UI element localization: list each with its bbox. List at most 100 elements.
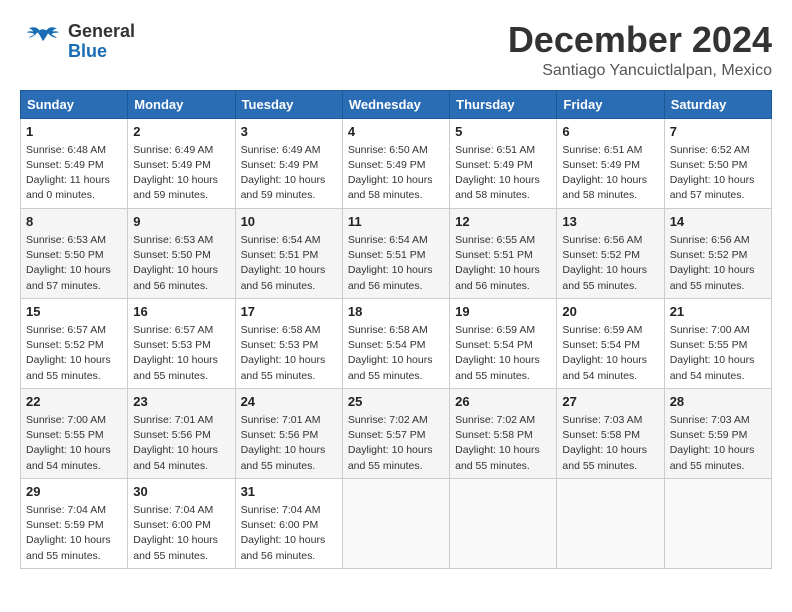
day-cell-9: 9 Sunrise: 6:53 AMSunset: 5:50 PMDaylight… — [128, 208, 235, 298]
day-cell-3: 3Sunrise: 6:49 AMSunset: 5:49 PMDaylight… — [235, 118, 342, 208]
day-cell-20: 20 Sunrise: 6:59 AMSunset: 5:54 PMDayligh… — [557, 298, 664, 388]
day-info-17: Sunrise: 6:58 AMSunset: 5:53 PMDaylight:… — [241, 323, 337, 384]
day-number-18: 18 — [348, 303, 444, 321]
calendar-row-5: 29Sunrise: 7:04 AMSunset: 5:59 PMDayligh… — [21, 478, 772, 568]
col-friday: Friday — [557, 90, 664, 118]
day-info-20: Sunrise: 6:59 AMSunset: 5:54 PMDaylight:… — [562, 323, 658, 384]
logo-blue: Blue — [68, 42, 135, 62]
day-number-2: 2 — [133, 123, 229, 141]
day-number-13: 13 — [562, 213, 658, 231]
title-block: December 2024 Santiago Yancuictlalpan, M… — [508, 20, 772, 80]
day-number-26: 26 — [455, 393, 551, 411]
day-number-20: 20 — [562, 303, 658, 321]
empty-cell — [342, 478, 449, 568]
col-tuesday: Tuesday — [235, 90, 342, 118]
day-cell-7: 7 Sunrise: 6:52 AMSunset: 5:50 PMDaylight… — [664, 118, 771, 208]
day-cell-14: 14 Sunrise: 6:56 AMSunset: 5:52 PMDayligh… — [664, 208, 771, 298]
logo-text: General Blue — [68, 22, 135, 62]
col-saturday: Saturday — [664, 90, 771, 118]
day-number-12: 12 — [455, 213, 551, 231]
calendar-row-4: 22Sunrise: 7:00 AMSunset: 5:55 PMDayligh… — [21, 388, 772, 478]
empty-cell — [450, 478, 557, 568]
location-title: Santiago Yancuictlalpan, Mexico — [508, 62, 772, 80]
day-number-3: 3 — [241, 123, 337, 141]
day-cell-22: 22Sunrise: 7:00 AMSunset: 5:55 PMDayligh… — [21, 388, 128, 478]
day-cell-29: 29Sunrise: 7:04 AMSunset: 5:59 PMDayligh… — [21, 478, 128, 568]
day-number-25: 25 — [348, 393, 444, 411]
day-cell-24: 24Sunrise: 7:01 AMSunset: 5:56 PMDayligh… — [235, 388, 342, 478]
day-cell-31: 31 Sunrise: 7:04 AMSunset: 6:00 PMDayligh… — [235, 478, 342, 568]
day-cell-28: 28 Sunrise: 7:03 AMSunset: 5:59 PMDayligh… — [664, 388, 771, 478]
day-cell-10: 10Sunrise: 6:54 AMSunset: 5:51 PMDayligh… — [235, 208, 342, 298]
day-info-16: Sunrise: 6:57 AMSunset: 5:53 PMDaylight:… — [133, 323, 229, 384]
day-number-1: 1 — [26, 123, 122, 141]
day-number-9: 9 — [133, 213, 229, 231]
day-info-12: Sunrise: 6:55 AMSunset: 5:51 PMDaylight:… — [455, 233, 551, 294]
logo-icon — [20, 20, 64, 64]
day-number-6: 6 — [562, 123, 658, 141]
day-cell-15: 15Sunrise: 6:57 AMSunset: 5:52 PMDayligh… — [21, 298, 128, 388]
day-info-13: Sunrise: 6:56 AMSunset: 5:52 PMDaylight:… — [562, 233, 658, 294]
col-thursday: Thursday — [450, 90, 557, 118]
day-info-22: Sunrise: 7:00 AMSunset: 5:55 PMDaylight:… — [26, 413, 122, 474]
calendar-row-1: 1 Sunrise: 6:48 AMSunset: 5:49 PMDaylight… — [21, 118, 772, 208]
day-cell-16: 16 Sunrise: 6:57 AMSunset: 5:53 PMDayligh… — [128, 298, 235, 388]
day-info-26: Sunrise: 7:02 AMSunset: 5:58 PMDaylight:… — [455, 413, 551, 474]
day-number-8: 8 — [26, 213, 122, 231]
day-info-25: Sunrise: 7:02 AMSunset: 5:57 PMDaylight:… — [348, 413, 444, 474]
day-info-19: Sunrise: 6:59 AMSunset: 5:54 PMDaylight:… — [455, 323, 551, 384]
day-info-28: Sunrise: 7:03 AMSunset: 5:59 PMDaylight:… — [670, 413, 766, 474]
day-cell-23: 23 Sunrise: 7:01 AMSunset: 5:56 PMDayligh… — [128, 388, 235, 478]
day-cell-21: 21Sunrise: 7:00 AMSunset: 5:55 PMDayligh… — [664, 298, 771, 388]
day-cell-26: 26 Sunrise: 7:02 AMSunset: 5:58 PMDayligh… — [450, 388, 557, 478]
day-number-28: 28 — [670, 393, 766, 411]
day-cell-6: 6 Sunrise: 6:51 AMSunset: 5:49 PMDaylight… — [557, 118, 664, 208]
day-number-16: 16 — [133, 303, 229, 321]
calendar-table: Sunday Monday Tuesday Wednesday Thursday… — [20, 90, 772, 569]
day-number-5: 5 — [455, 123, 551, 141]
day-number-11: 11 — [348, 213, 444, 231]
logo: General Blue — [20, 20, 135, 64]
day-info-5: Sunrise: 6:51 AMSunset: 5:49 PMDaylight:… — [455, 143, 551, 204]
day-info-9: Sunrise: 6:53 AMSunset: 5:50 PMDaylight:… — [133, 233, 229, 294]
day-cell-1: 1 Sunrise: 6:48 AMSunset: 5:49 PMDaylight… — [21, 118, 128, 208]
day-info-8: Sunrise: 6:53 AMSunset: 5:50 PMDaylight:… — [26, 233, 122, 294]
day-cell-13: 13 Sunrise: 6:56 AMSunset: 5:52 PMDayligh… — [557, 208, 664, 298]
day-number-24: 24 — [241, 393, 337, 411]
day-cell-5: 5 Sunrise: 6:51 AMSunset: 5:49 PMDaylight… — [450, 118, 557, 208]
day-cell-8: 8 Sunrise: 6:53 AMSunset: 5:50 PMDaylight… — [21, 208, 128, 298]
day-info-7: Sunrise: 6:52 AMSunset: 5:50 PMDaylight:… — [670, 143, 766, 204]
day-info-31: Sunrise: 7:04 AMSunset: 6:00 PMDaylight:… — [241, 503, 337, 564]
day-number-30: 30 — [133, 483, 229, 501]
day-number-23: 23 — [133, 393, 229, 411]
day-info-14: Sunrise: 6:56 AMSunset: 5:52 PMDaylight:… — [670, 233, 766, 294]
day-cell-11: 11Sunrise: 6:54 AMSunset: 5:51 PMDayligh… — [342, 208, 449, 298]
day-info-4: Sunrise: 6:50 AMSunset: 5:49 PMDaylight:… — [348, 143, 444, 204]
day-number-27: 27 — [562, 393, 658, 411]
day-number-19: 19 — [455, 303, 551, 321]
col-monday: Monday — [128, 90, 235, 118]
day-cell-17: 17Sunrise: 6:58 AMSunset: 5:53 PMDayligh… — [235, 298, 342, 388]
day-info-15: Sunrise: 6:57 AMSunset: 5:52 PMDaylight:… — [26, 323, 122, 384]
empty-cell — [664, 478, 771, 568]
day-info-23: Sunrise: 7:01 AMSunset: 5:56 PMDaylight:… — [133, 413, 229, 474]
day-number-7: 7 — [670, 123, 766, 141]
day-info-2: Sunrise: 6:49 AMSunset: 5:49 PMDaylight:… — [133, 143, 229, 204]
day-info-27: Sunrise: 7:03 AMSunset: 5:58 PMDaylight:… — [562, 413, 658, 474]
day-info-6: Sunrise: 6:51 AMSunset: 5:49 PMDaylight:… — [562, 143, 658, 204]
day-number-4: 4 — [348, 123, 444, 141]
day-cell-30: 30 Sunrise: 7:04 AMSunset: 6:00 PMDayligh… — [128, 478, 235, 568]
day-number-31: 31 — [241, 483, 337, 501]
day-number-21: 21 — [670, 303, 766, 321]
logo-general: General — [68, 22, 135, 42]
day-info-1: Sunrise: 6:48 AMSunset: 5:49 PMDaylight:… — [26, 143, 122, 204]
col-sunday: Sunday — [21, 90, 128, 118]
day-info-30: Sunrise: 7:04 AMSunset: 6:00 PMDaylight:… — [133, 503, 229, 564]
empty-cell — [557, 478, 664, 568]
day-number-14: 14 — [670, 213, 766, 231]
month-title: December 2024 — [508, 20, 772, 60]
day-cell-25: 25 Sunrise: 7:02 AMSunset: 5:57 PMDayligh… — [342, 388, 449, 478]
day-cell-19: 19 Sunrise: 6:59 AMSunset: 5:54 PMDayligh… — [450, 298, 557, 388]
page-header: General Blue December 2024 Santiago Yanc… — [20, 20, 772, 80]
day-cell-4: 4 Sunrise: 6:50 AMSunset: 5:49 PMDaylight… — [342, 118, 449, 208]
